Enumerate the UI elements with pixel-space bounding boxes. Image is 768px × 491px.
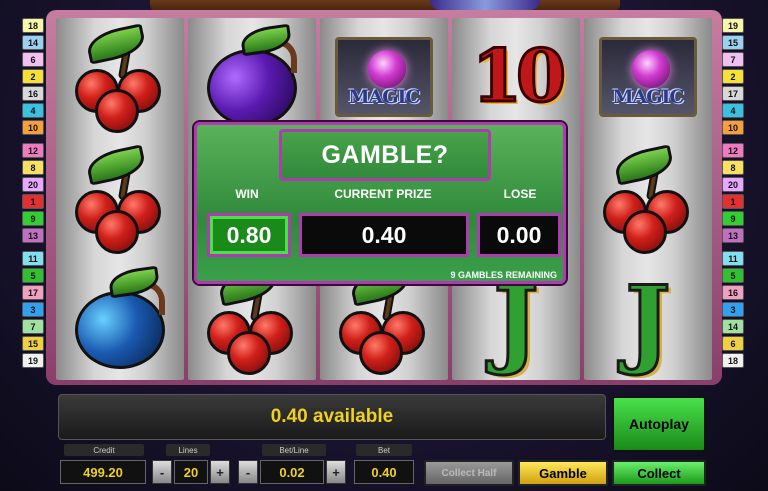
reel-1 <box>56 18 184 380</box>
payline-right-8[interactable]: 8 <box>722 160 744 175</box>
payline-left-2[interactable]: 2 <box>22 69 44 84</box>
lines-label: Lines <box>166 444 210 456</box>
bet-value: 0.40 <box>354 460 414 484</box>
payline-left-19[interactable]: 19 <box>22 353 44 368</box>
payline-left-12[interactable]: 12 <box>22 143 44 158</box>
status-message: 0.40 available <box>58 394 606 440</box>
cherry-leaf <box>612 144 676 186</box>
payline-right-3[interactable]: 3 <box>722 302 744 317</box>
magic-label: MAGIC <box>612 86 684 109</box>
payline-left-17[interactable]: 17 <box>22 285 44 300</box>
cherry-leaf <box>84 23 148 66</box>
payline-left-1[interactable]: 1 <box>22 194 44 209</box>
cherries-symbol <box>65 144 175 254</box>
slot-game: MAGIC 10 J MAGIC J 18 14 6 2 16 4 10 12 8 20 1 9 13 11 5 17… <box>0 0 768 491</box>
payline-left-6[interactable]: 6 <box>22 52 44 67</box>
crystal-ball <box>368 50 406 89</box>
magic-frame: MAGIC <box>599 37 697 118</box>
payline-left-8[interactable]: 8 <box>22 160 44 175</box>
payline-right-6[interactable]: 6 <box>722 336 744 351</box>
lines-value: 20 <box>174 460 208 484</box>
bet-per-line-value: 0.02 <box>260 460 324 484</box>
payline-right-2[interactable]: 2 <box>722 69 744 84</box>
autoplay-button[interactable]: Autoplay <box>612 396 706 452</box>
blue-plum-symbol <box>65 265 175 375</box>
payline-right-14[interactable]: 14 <box>722 319 744 334</box>
payline-left-16[interactable]: 16 <box>22 86 44 101</box>
cherry <box>227 330 271 375</box>
payline-right-15[interactable]: 15 <box>722 35 744 50</box>
payline-left-20[interactable]: 20 <box>22 177 44 192</box>
payline-right-1[interactable]: 1 <box>722 194 744 209</box>
collect-button[interactable]: Collect <box>612 460 706 486</box>
payline-left-9[interactable]: 9 <box>22 211 44 226</box>
ten-symbol: 10 <box>461 23 571 133</box>
payline-left-18[interactable]: 18 <box>22 18 44 33</box>
crystal-ball <box>632 50 670 89</box>
lose-value[interactable]: 0.00 <box>477 213 561 257</box>
magic-label: MAGIC <box>348 86 420 109</box>
payline-left-13[interactable]: 13 <box>22 228 44 243</box>
payline-right-19[interactable]: 19 <box>722 18 744 33</box>
payline-indicators-right: 19 15 7 2 17 4 10 12 8 20 1 9 13 11 5 16 3 14 6 18 <box>722 18 744 368</box>
payline-left-3[interactable]: 3 <box>22 302 44 317</box>
payline-right-11[interactable]: 11 <box>722 251 744 266</box>
gamble-dialog: GAMBLE? WIN CURRENT PRIZE LOSE 0.80 0.40… <box>194 122 566 284</box>
collect-half-button[interactable]: Collect Half <box>424 460 514 486</box>
payline-left-7[interactable]: 7 <box>22 319 44 334</box>
credit-label: Credit <box>64 444 144 456</box>
cherry <box>359 330 403 375</box>
win-label: WIN <box>235 187 259 201</box>
lose-label: LOSE <box>503 187 537 201</box>
win-value[interactable]: 0.80 <box>207 213 291 257</box>
payline-left-5[interactable]: 5 <box>22 268 44 283</box>
payline-right-10[interactable]: 10 <box>722 120 744 135</box>
reel-5: MAGIC J <box>584 18 712 380</box>
payline-right-18[interactable]: 18 <box>722 353 744 368</box>
lines-increase-button[interactable]: + <box>210 460 230 484</box>
payline-right-4[interactable]: 4 <box>722 103 744 118</box>
cherry <box>95 89 139 134</box>
magic-symbol: MAGIC <box>329 23 439 133</box>
current-prize-label: CURRENT PRIZE <box>334 187 432 201</box>
payline-right-7[interactable]: 7 <box>722 52 744 67</box>
gamble-title: GAMBLE? <box>279 129 491 181</box>
bet-per-line-label: Bet/Line <box>262 444 326 456</box>
payline-right-16[interactable]: 16 <box>722 285 744 300</box>
bet-per-line-increase-button[interactable]: + <box>326 460 346 484</box>
magic-symbol: MAGIC <box>593 23 703 133</box>
magic-frame: MAGIC <box>335 37 433 118</box>
payline-right-17[interactable]: 17 <box>722 86 744 101</box>
cherries-symbol <box>593 144 703 254</box>
current-prize-value: 0.40 <box>299 213 469 257</box>
payline-left-10[interactable]: 10 <box>22 120 44 135</box>
payline-right-20[interactable]: 20 <box>722 177 744 192</box>
payline-right-13[interactable]: 13 <box>722 228 744 243</box>
bet-label: Bet <box>356 444 412 456</box>
cherry <box>95 209 139 254</box>
logo-fragment <box>430 0 540 10</box>
payline-right-5[interactable]: 5 <box>722 268 744 283</box>
payline-indicators-left: 18 14 6 2 16 4 10 12 8 20 1 9 13 11 5 17 3 7 15 19 <box>22 18 44 368</box>
payline-left-15[interactable]: 15 <box>22 336 44 351</box>
credit-value: 499.20 <box>60 460 146 484</box>
gambles-remaining: 9 GAMBLES REMAINING <box>450 270 557 280</box>
cherry-leaf <box>84 144 148 186</box>
purple-plum-symbol <box>197 23 307 133</box>
cherry <box>623 209 667 254</box>
lines-decrease-button[interactable]: - <box>152 460 172 484</box>
payline-left-14[interactable]: 14 <box>22 35 44 50</box>
payline-left-11[interactable]: 11 <box>22 251 44 266</box>
payline-right-12[interactable]: 12 <box>722 143 744 158</box>
cherries-symbol <box>65 23 175 134</box>
gamble-button[interactable]: Gamble <box>518 460 608 486</box>
j-symbol: J <box>593 263 703 379</box>
bet-per-line-decrease-button[interactable]: - <box>238 460 258 484</box>
ten-label: 10 <box>470 32 567 120</box>
j-label: J <box>624 263 672 379</box>
payline-left-4[interactable]: 4 <box>22 103 44 118</box>
payline-right-9[interactable]: 9 <box>722 211 744 226</box>
